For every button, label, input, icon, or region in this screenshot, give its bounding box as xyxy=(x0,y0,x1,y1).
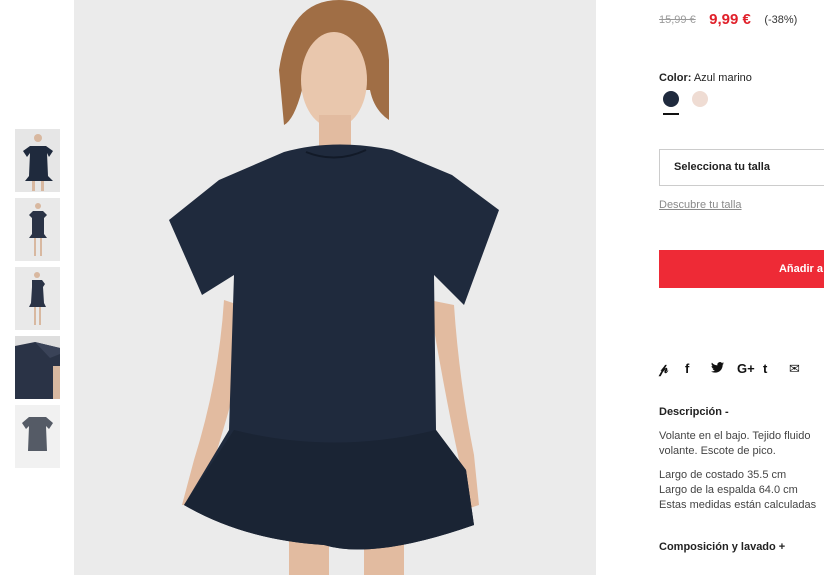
pinterest-icon[interactable]: 𝓅 xyxy=(659,361,685,377)
measure-line-1: Largo de costado 35.5 cm xyxy=(659,469,787,481)
price-row: 15,99 € 9,99 € (-38%) xyxy=(659,11,797,29)
thumbnail-full-front[interactable] xyxy=(15,198,60,261)
color-swatches xyxy=(663,91,717,112)
thumbnail-flat[interactable] xyxy=(15,405,60,468)
thumbnail-side[interactable] xyxy=(15,267,60,330)
twitter-icon[interactable] xyxy=(711,361,737,376)
add-to-cart-button[interactable]: Añadir a xyxy=(659,250,824,288)
color-label-title: Color: xyxy=(659,72,692,84)
thumbnail-front[interactable] xyxy=(15,129,60,192)
description-line-2: volante. Escote de pico. xyxy=(659,445,776,457)
model-illustration xyxy=(74,0,596,575)
swatch-pink[interactable] xyxy=(692,91,709,107)
measure-line-3: Estas medidas están calculadas xyxy=(659,499,817,511)
old-price: 15,99 € xyxy=(659,13,696,26)
thumbnail-list xyxy=(15,129,60,474)
composition-toggle[interactable]: Composición y lavado + xyxy=(659,541,785,553)
description-toggle[interactable]: Descripción - xyxy=(659,406,729,418)
size-select[interactable]: Selecciona tu talla xyxy=(659,149,824,186)
color-value: Azul marino xyxy=(693,72,752,84)
share-icons: 𝓅f G+ t ✉ xyxy=(659,360,815,378)
size-guide-link[interactable]: Descubre tu talla xyxy=(659,199,742,211)
sale-price: 9,99 € xyxy=(709,11,751,29)
description-line-1: Volante en el bajo. Tejido fluido xyxy=(659,430,811,442)
tumblr-icon[interactable]: t xyxy=(763,361,789,376)
color-label: Color: Azul marino xyxy=(659,72,752,84)
swatch-navy[interactable] xyxy=(663,91,679,107)
facebook-icon[interactable]: f xyxy=(685,361,711,376)
google-plus-icon[interactable]: G+ xyxy=(737,361,763,376)
measure-line-2: Largo de la espalda 64.0 cm xyxy=(659,484,798,496)
thumbnail-detail[interactable] xyxy=(15,336,60,399)
selected-swatch-indicator xyxy=(663,113,679,115)
mail-icon[interactable]: ✉ xyxy=(789,361,815,377)
discount-badge: (-38%) xyxy=(764,13,798,26)
main-product-image[interactable] xyxy=(74,0,596,575)
